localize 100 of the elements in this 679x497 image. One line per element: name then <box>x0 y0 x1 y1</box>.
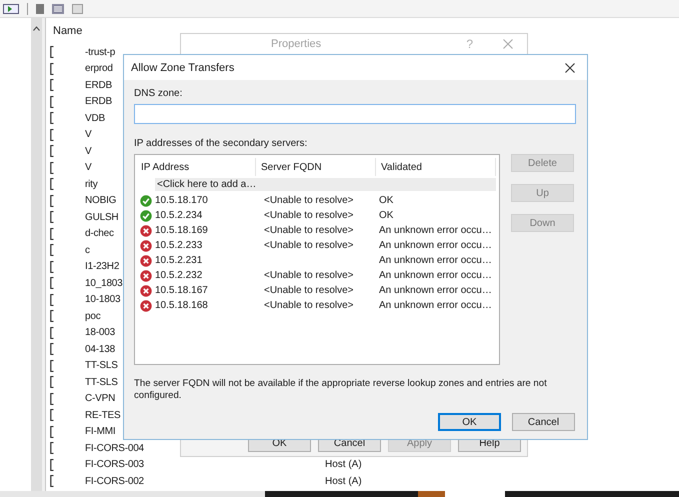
column-header[interactable]: Validated <box>376 158 496 176</box>
record-name[interactable]: 10-1803 <box>85 294 120 306</box>
record-icon <box>50 376 54 388</box>
validation-status: An unknown error occu… <box>378 225 493 236</box>
record-name[interactable]: I1-23H2 <box>85 261 120 272</box>
server-list[interactable] <box>134 154 500 365</box>
record-icon <box>50 178 54 190</box>
record-name[interactable]: V <box>85 146 92 157</box>
record-icon <box>50 211 54 224</box>
record-name[interactable]: RE-TES <box>85 410 120 421</box>
column-header[interactable]: Server FQDN <box>256 158 376 176</box>
record-icon <box>50 326 54 339</box>
record-icon <box>50 475 54 488</box>
record-icon <box>50 260 54 273</box>
server-fqdn: <Unable to resolve> <box>263 195 355 206</box>
record-name[interactable]: FI-CORS-004 <box>85 442 144 454</box>
record-name[interactable]: ERDB <box>85 96 112 108</box>
dialog-button[interactable]: OK <box>438 413 501 431</box>
ip-address[interactable]: 10.5.2.233 <box>155 240 258 251</box>
record-name[interactable]: NOBIG <box>85 195 116 206</box>
error-icon <box>140 254 152 266</box>
record-name[interactable]: erprod <box>85 63 113 74</box>
record-icon <box>50 145 54 158</box>
record-icon <box>50 79 54 92</box>
record-name[interactable]: d-chec <box>85 228 114 240</box>
record-icon <box>50 294 54 306</box>
document-icon[interactable] <box>36 4 44 14</box>
record-name[interactable]: ERDB <box>85 80 112 91</box>
error-icon <box>140 270 152 282</box>
record-type: Host (A) <box>325 476 362 487</box>
server-fqdn: <Unable to resolve> <box>263 270 355 281</box>
add-server-row[interactable]: <Click here to add a… <box>155 178 496 191</box>
validation-status: An unknown error occu… <box>378 285 493 296</box>
column-header[interactable]: Name <box>53 25 82 37</box>
server-fqdn: <Unable to resolve> <box>263 210 355 221</box>
scroll-up-icon[interactable] <box>33 26 40 31</box>
record-type: Host (A) <box>325 459 362 470</box>
record-name[interactable]: TT-SLS <box>85 360 118 372</box>
record-icon <box>50 162 54 174</box>
record-icon <box>50 244 54 256</box>
toolbar-icon[interactable] <box>3 4 19 14</box>
ip-address[interactable]: 10.5.18.168 <box>155 300 258 311</box>
list-label: IP addresses of the secondary servers: <box>134 138 308 149</box>
record-icon <box>50 458 54 471</box>
record-name[interactable]: TT-SLS <box>85 376 118 388</box>
record-name[interactable]: c <box>85 244 90 256</box>
ip-address[interactable]: 10.5.18.167 <box>155 285 258 296</box>
field-label: DNS zone: <box>134 88 184 99</box>
record-name[interactable]: FI-CORS-002 <box>85 476 144 487</box>
server-fqdn: <Unable to resolve> <box>263 300 355 311</box>
validation-status: An unknown error occu… <box>378 240 493 251</box>
record-icon <box>50 112 54 124</box>
check-icon <box>140 210 152 222</box>
ip-address[interactable]: 10.5.2.231 <box>155 255 258 266</box>
record-icon <box>50 392 54 405</box>
record-icon <box>50 228 54 240</box>
record-name[interactable]: 04-138 <box>85 344 115 355</box>
dns-zone-field[interactable] <box>134 104 576 124</box>
record-name[interactable]: C-VPN <box>85 393 116 404</box>
ip-address[interactable]: 10.5.18.170 <box>155 195 258 206</box>
record-icon <box>50 194 54 207</box>
error-icon <box>140 224 152 236</box>
server-fqdn: <Unable to resolve> <box>263 240 355 251</box>
record-name[interactable]: V <box>85 162 92 174</box>
record-name[interactable]: FI-CORS-003 <box>85 459 144 470</box>
ip-address[interactable]: 10.5.2.234 <box>155 210 258 221</box>
server-fqdn: <Unable to resolve> <box>263 225 355 236</box>
info-text: The server FQDN will not be available if the appropriate reverse lookup zones and entries are not configured. <box>134 378 548 402</box>
ip-address[interactable]: 10.5.18.169 <box>155 225 258 236</box>
record-name[interactable]: 18-003 <box>85 327 115 338</box>
record-icon <box>50 426 54 438</box>
window-title: Allow Zone Transfers <box>131 62 236 74</box>
record-icon <box>50 128 54 141</box>
record-icon <box>50 343 54 356</box>
error-icon <box>140 300 152 312</box>
record-name[interactable]: VDB <box>85 112 105 124</box>
dialog-button[interactable]: Cancel <box>512 413 575 431</box>
record-name[interactable]: 10_1803 <box>85 278 123 289</box>
validation-status: OK <box>378 195 394 206</box>
record-name[interactable]: GULSH <box>85 212 118 223</box>
record-icon <box>50 46 54 58</box>
validation-status: An unknown error occu… <box>378 270 493 281</box>
record-icon <box>50 277 54 290</box>
record-icon <box>50 62 54 75</box>
record-name[interactable]: FI-MMI <box>85 426 116 438</box>
column-header[interactable]: IP Address <box>136 158 256 176</box>
record-name[interactable]: -trust-p <box>85 46 116 58</box>
error-icon <box>140 284 152 296</box>
window-icon[interactable] <box>72 4 83 14</box>
ip-address[interactable]: 10.5.2.232 <box>155 270 258 281</box>
close-icon[interactable] <box>565 62 575 72</box>
check-icon <box>140 194 152 206</box>
server-fqdn: <Unable to resolve> <box>263 285 355 296</box>
list-icon[interactable] <box>52 4 64 14</box>
record-icon <box>50 360 54 372</box>
record-icon <box>50 409 54 422</box>
validation-status: OK <box>378 210 394 221</box>
record-name[interactable]: rity <box>85 178 98 190</box>
record-name[interactable]: V <box>85 129 92 140</box>
record-name[interactable]: poc <box>85 310 101 322</box>
